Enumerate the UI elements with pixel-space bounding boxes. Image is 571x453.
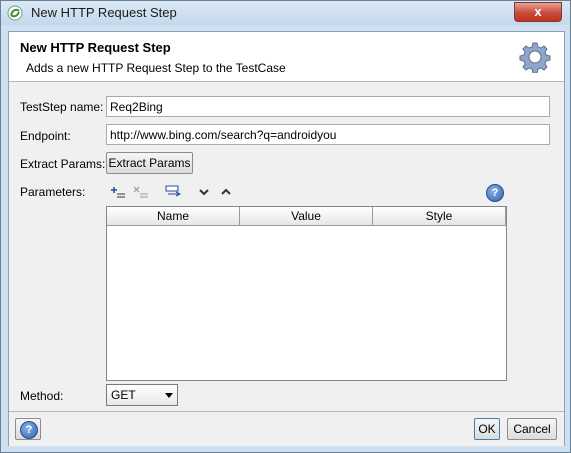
method-selected-value: GET <box>111 388 136 402</box>
move-down-icon[interactable] <box>196 185 212 199</box>
dialog-header: New HTTP Request Step Adds a new HTTP Re… <box>9 32 564 82</box>
endpoint-label: Endpoint: <box>20 129 71 143</box>
gear-icon <box>519 42 551 73</box>
column-header-value[interactable]: Value <box>240 207 373 226</box>
teststep-name-input[interactable]: Req2Bing <box>106 96 550 117</box>
extract-params-label: Extract Params: <box>20 157 106 171</box>
dialog-description: Adds a new HTTP Request Step to the Test… <box>26 61 286 75</box>
dialog-client-area: New HTTP Request Step Adds a new HTTP Re… <box>8 31 565 446</box>
parameters-help-icon[interactable]: ? <box>486 184 504 202</box>
url-param-icon[interactable] <box>165 185 182 199</box>
remove-param-icon[interactable] <box>133 185 149 199</box>
help-button[interactable]: ? <box>15 418 41 440</box>
soapui-app-icon <box>7 5 23 21</box>
column-header-style[interactable]: Style <box>373 207 506 226</box>
column-header-name[interactable]: Name <box>107 207 240 226</box>
method-select[interactable]: GET <box>106 384 178 406</box>
title-bar: New HTTP Request Step x <box>1 1 570 25</box>
chevron-down-icon <box>165 393 173 398</box>
window-title: New HTTP Request Step <box>31 5 177 20</box>
cancel-button[interactable]: Cancel <box>507 418 557 440</box>
endpoint-input[interactable]: http://www.bing.com/search?q=androidyou <box>106 124 550 145</box>
dialog-footer: ? OK Cancel <box>9 411 564 446</box>
method-label: Method: <box>20 389 64 403</box>
add-param-icon[interactable] <box>110 185 126 199</box>
ok-button[interactable]: OK <box>474 418 500 440</box>
close-window-button[interactable]: x <box>514 2 562 22</box>
move-up-icon[interactable] <box>218 185 234 199</box>
close-icon: x <box>534 4 542 19</box>
dialog-heading: New HTTP Request Step <box>20 40 171 55</box>
extract-params-button[interactable]: Extract Params <box>106 152 193 174</box>
help-icon: ? <box>20 421 38 439</box>
parameters-label: Parameters: <box>20 185 86 199</box>
dialog-window: New HTTP Request Step x New HTTP Request… <box>0 0 571 453</box>
parameters-table[interactable]: Name Value Style <box>106 206 507 381</box>
teststep-name-label: TestStep name: <box>20 100 104 114</box>
